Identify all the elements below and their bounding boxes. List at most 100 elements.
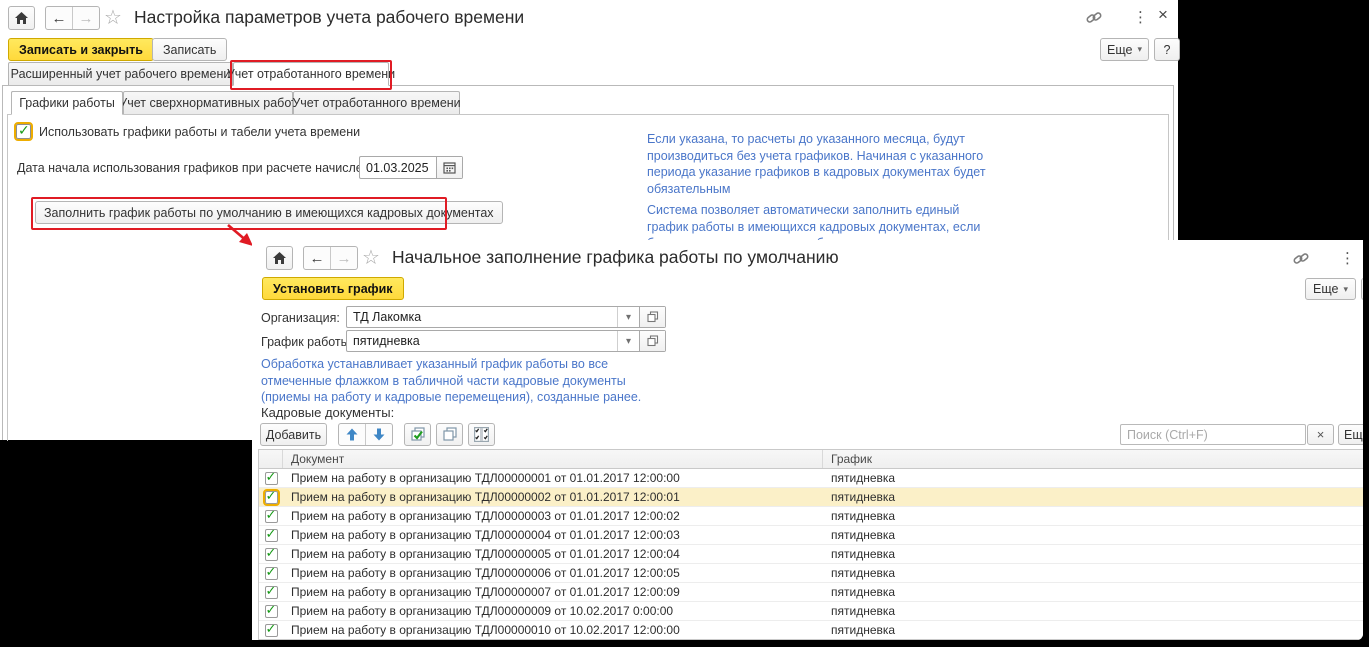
dialog-more-button[interactable]: Еще ▾ <box>1305 278 1356 300</box>
row-checkbox[interactable]: ✓ <box>265 567 278 580</box>
table-row[interactable]: ✓ Прием на работу в организацию ТДЛ00000… <box>259 545 1363 564</box>
row-checkbox[interactable]: ✓ <box>265 624 278 637</box>
schedule-cell: пятидневка <box>823 623 1363 637</box>
subtab-work-schedules-active[interactable]: Графики работы <box>11 91 123 115</box>
checkbox-check-icon: ✓ <box>266 545 277 561</box>
search-input[interactable] <box>1120 424 1306 445</box>
checkbox-check-icon: ✓ <box>266 564 277 580</box>
organization-field-group: ТД Лакомка ▾ <box>346 306 666 328</box>
calendar-button[interactable] <box>436 157 462 178</box>
documents-section-label: Кадровые документы: <box>261 405 394 420</box>
document-cell: Прием на работу в организацию ТДЛ0000000… <box>283 585 823 599</box>
back-button[interactable]: ← <box>46 7 72 29</box>
table-row[interactable]: ✓ Прием на работу в организацию ТДЛ00000… <box>259 583 1363 602</box>
schedule-open-button[interactable] <box>639 331 665 351</box>
home-icon <box>272 251 287 265</box>
document-cell: Прием на работу в организацию ТДЛ0000000… <box>283 471 823 485</box>
use-schedules-checkbox[interactable]: ✓ <box>16 124 31 139</box>
table-row[interactable]: ✓ Прием на работу в организацию ТДЛ00000… <box>259 564 1363 583</box>
organization-dropdown-icon[interactable]: ▾ <box>617 307 639 327</box>
move-buttons-group <box>338 423 393 446</box>
dialog-help-button-clipped[interactable]: ? <box>1361 278 1363 300</box>
subtab-worked-time[interactable]: Учет отработанного времени <box>293 91 460 115</box>
table-row[interactable]: ✓ Прием на работу в организацию ТДЛ00000… <box>259 488 1363 507</box>
organization-label: Организация: <box>261 311 340 325</box>
close-icon[interactable]: × <box>1158 5 1168 25</box>
organization-open-button[interactable] <box>639 307 665 327</box>
uncheck-all-button[interactable] <box>436 423 463 446</box>
home-button[interactable] <box>8 6 35 30</box>
forward-button[interactable]: → <box>72 7 99 29</box>
checkbox-check-icon: ✓ <box>266 602 277 618</box>
add-button[interactable]: Добавить <box>260 423 327 446</box>
favorite-star-icon[interactable]: ☆ <box>104 8 122 28</box>
move-up-button[interactable] <box>339 424 365 445</box>
checkbox-check-icon: ✓ <box>266 507 277 523</box>
chevron-down-icon: ▾ <box>1343 284 1348 295</box>
row-checkbox[interactable]: ✓ <box>265 605 278 618</box>
dialog-forward-button[interactable]: → <box>330 247 357 269</box>
tab-worked-time[interactable]: Учет отработанного времени <box>233 62 389 86</box>
document-cell: Прием на работу в организацию ТДЛ0000000… <box>283 509 823 523</box>
documents-more-button[interactable]: Еще <box>1338 424 1363 445</box>
table-row[interactable]: ✓ Прием на работу в организацию ТДЛ00000… <box>259 602 1363 621</box>
tab-extended-time-tracking[interactable]: Расширенный учет рабочего времени <box>8 62 233 86</box>
schedule-cell: пятидневка <box>823 509 1363 523</box>
row-checkbox[interactable]: ✓ <box>265 529 278 542</box>
chevron-down-icon: ▾ <box>1137 44 1142 55</box>
schedule-cell: пятидневка <box>823 547 1363 561</box>
arrow-up-icon <box>346 428 358 441</box>
open-list-icon <box>647 335 659 347</box>
table-row[interactable]: ✓ Прием на работу в организацию ТДЛ00000… <box>259 469 1363 488</box>
more-button[interactable]: Еще ▾ <box>1100 38 1149 61</box>
help-button[interactable]: ? <box>1154 38 1180 61</box>
subtab-overtime[interactable]: Учет сверхнормативных работ <box>123 91 293 115</box>
table-row[interactable]: ✓ Прием на работу в организацию ТДЛ00000… <box>259 526 1363 545</box>
get-link-icon[interactable] <box>1085 9 1103 26</box>
date-input[interactable]: 01.03.2025 <box>360 157 436 178</box>
dialog-get-link-icon[interactable] <box>1292 250 1310 267</box>
document-cell: Прием на работу в организацию ТДЛ0000001… <box>283 623 823 637</box>
save-button[interactable]: Записать <box>152 38 227 61</box>
row-checkbox[interactable]: ✓ <box>265 586 278 599</box>
header-document[interactable]: Документ <box>283 450 823 468</box>
search-clear-button[interactable]: × <box>1307 424 1334 445</box>
schedule-cell: пятидневка <box>823 528 1363 542</box>
schedule-cell: пятидневка <box>823 585 1363 599</box>
more-button-label: Еще <box>1107 43 1132 57</box>
dialog-back-button[interactable]: ← <box>304 247 330 269</box>
checkbox-check-icon: ✓ <box>266 583 277 599</box>
dialog-home-button[interactable] <box>266 246 293 270</box>
checkbox-check-icon: ✓ <box>266 526 277 542</box>
home-icon <box>14 11 29 25</box>
row-checkbox[interactable]: ✓ <box>265 491 278 504</box>
fill-default-schedule-button[interactable]: Заполнить график работы по умолчанию в и… <box>35 201 503 224</box>
row-checkbox[interactable]: ✓ <box>265 548 278 561</box>
table-header: Документ График <box>259 450 1363 469</box>
document-cell: Прием на работу в организацию ТДЛ0000000… <box>283 566 823 580</box>
table-row[interactable]: ✓ Прием на работу в организацию ТДЛ00000… <box>259 621 1363 640</box>
schedule-cell: пятидневка <box>823 471 1363 485</box>
calendar-icon <box>443 161 456 174</box>
dialog-window: ← → ☆ Начальное заполнение графика работ… <box>252 240 1363 640</box>
set-schedule-button[interactable]: Установить график <box>262 277 404 300</box>
schedule-dropdown-icon[interactable]: ▾ <box>617 331 639 351</box>
schedule-field-group: пятидневка ▾ <box>346 330 666 352</box>
dialog-window-menu-icon[interactable]: ⋮ <box>1340 249 1355 267</box>
window-menu-icon[interactable]: ⋮ <box>1133 8 1148 26</box>
checkbox-check-icon: ✓ <box>266 469 277 485</box>
row-checkbox[interactable]: ✓ <box>265 510 278 523</box>
dialog-favorite-star-icon[interactable]: ☆ <box>362 248 380 268</box>
check-all-button[interactable] <box>404 423 431 446</box>
save-close-button[interactable]: Записать и закрыть <box>8 38 154 61</box>
schedule-input[interactable]: пятидневка <box>347 331 617 351</box>
date-start-label: Дата начала использования графиков при р… <box>17 161 387 175</box>
organization-input[interactable]: ТД Лакомка <box>347 307 617 327</box>
table-body: ✓ Прием на работу в организацию ТДЛ00000… <box>259 469 1363 640</box>
header-schedule[interactable]: График <box>823 450 1363 468</box>
invert-check-button[interactable] <box>468 423 495 446</box>
checkbox-check-icon: ✓ <box>266 621 277 637</box>
row-checkbox[interactable]: ✓ <box>265 472 278 485</box>
table-row[interactable]: ✓ Прием на работу в организацию ТДЛ00000… <box>259 507 1363 526</box>
move-down-button[interactable] <box>365 424 392 445</box>
